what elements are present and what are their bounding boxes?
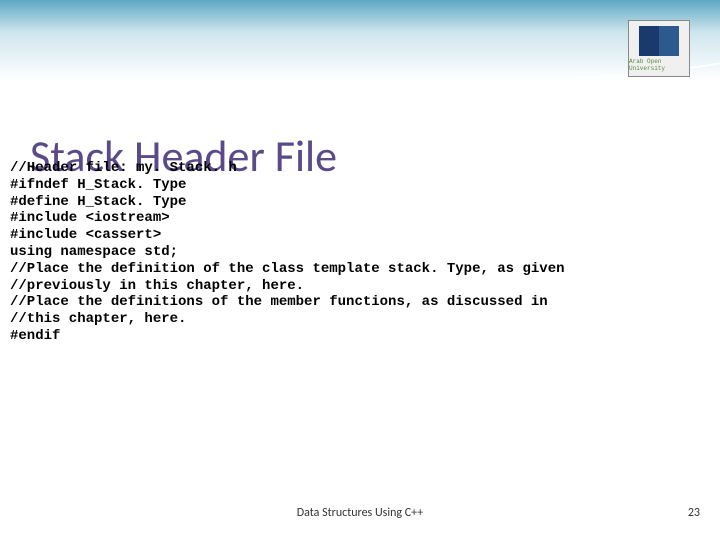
code-line: //this chapter, here.	[10, 311, 710, 328]
code-line: //Header file: my. Stack. h	[10, 160, 710, 177]
code-block: //Header file: my. Stack. h #ifndef H_St…	[10, 160, 710, 345]
university-logo: Arab Open University	[628, 20, 690, 77]
code-line: using namespace std;	[10, 244, 710, 261]
code-line: //Place the definition of the class temp…	[10, 261, 710, 278]
swoosh-graphic	[0, 16, 720, 108]
code-line: #include <iostream>	[10, 210, 710, 227]
code-line: #define H_Stack. Type	[10, 194, 710, 211]
page-number: 23	[688, 506, 700, 520]
code-line: //previously in this chapter, here.	[10, 278, 710, 295]
code-line: #ifndef H_Stack. Type	[10, 177, 710, 194]
footer-text: Data Structures Using C++	[0, 506, 720, 520]
code-line: #include <cassert>	[10, 227, 710, 244]
header-decoration	[0, 0, 720, 80]
code-line: #endif	[10, 328, 710, 345]
code-line: //Place the definitions of the member fu…	[10, 294, 710, 311]
